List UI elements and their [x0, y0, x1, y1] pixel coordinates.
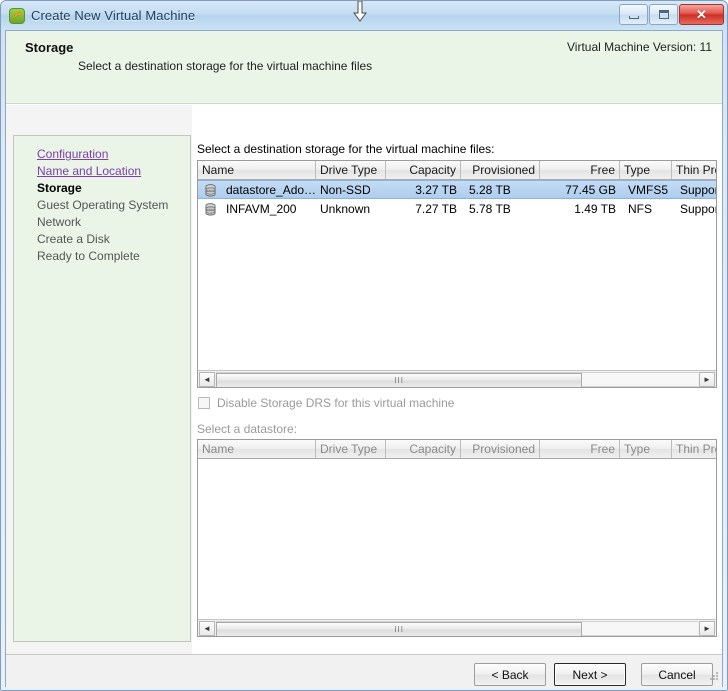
cell-name: INFAVM_200 [226, 202, 297, 216]
vm-wizard-icon [9, 7, 25, 24]
storage-selection-pane: Select a destination storage for the vir… [192, 105, 722, 654]
next-button[interactable]: Next > [554, 663, 626, 686]
datastore-detail-table[interactable]: Name Drive Type Capacity Provisioned Fre… [197, 439, 717, 637]
page-subtitle: Select a destination storage for the vir… [78, 59, 373, 73]
scrollbar-track[interactable]: III [216, 620, 698, 636]
cell-type: NFS [628, 202, 652, 216]
close-button[interactable]: ✕ [679, 4, 724, 25]
datastore-icon [205, 203, 216, 216]
scrollbar-thumb[interactable]: III [216, 372, 583, 387]
cell-capacity: 7.27 TB [415, 202, 457, 216]
close-icon: ✕ [696, 7, 707, 22]
maximize-button[interactable] [649, 4, 678, 25]
column-header-name: Name [198, 440, 316, 458]
wizard-content: Configuration Name and Location Storage … [6, 105, 722, 654]
scroll-right-arrow-icon[interactable]: ► [699, 371, 715, 387]
column-header-provisioned: Provisioned [461, 440, 540, 458]
datastore-table-hscrollbar[interactable]: ◄ III ► [198, 370, 716, 387]
wizard-header: Storage Select a destination storage for… [6, 31, 722, 104]
scrollbar-grip-icon: III [394, 375, 404, 385]
page-title: Storage [25, 40, 74, 55]
cell-free: 77.45 GB [565, 183, 616, 197]
column-header-thin-provisioning[interactable]: Thin Prov [672, 161, 716, 179]
sidebar-item-network: Network [37, 215, 82, 229]
sidebar-item-configuration[interactable]: Configuration [37, 147, 108, 161]
scroll-left-arrow-icon[interactable]: ◄ [199, 620, 215, 636]
cell-thin-provisioning: Supporte [680, 183, 716, 197]
resize-grip-icon[interactable] [706, 670, 719, 683]
wizard-client-area: Storage Select a destination storage for… [5, 30, 723, 688]
scrollbar-track[interactable]: III [216, 371, 698, 387]
datastore-detail-table-hscrollbar[interactable]: ◄ III ► [198, 619, 716, 636]
window-title: Create New Virtual Machine [31, 8, 196, 23]
column-header-type[interactable]: Type [620, 161, 672, 179]
datastore-icon [205, 184, 216, 197]
cell-provisioned: 5.78 TB [469, 202, 511, 216]
column-header-free: Free [540, 440, 620, 458]
column-header-type: Type [620, 440, 672, 458]
scroll-right-arrow-icon[interactable]: ► [699, 620, 715, 636]
cell-type: VMFS5 [628, 183, 669, 197]
cell-provisioned: 5.28 TB [469, 183, 511, 197]
select-storage-label: Select a destination storage for the vir… [197, 142, 495, 156]
wizard-footer: < Back Next > Cancel [6, 654, 722, 688]
sidebar-item-ready-to-complete: Ready to Complete [37, 249, 140, 263]
cell-drive-type: Non-SSD [320, 183, 371, 197]
cell-capacity: 3.27 TB [415, 183, 457, 197]
cell-drive-type: Unknown [320, 202, 371, 216]
cell-thin-provisioning: Supporte [680, 202, 716, 216]
create-vm-wizard-window: Create New Virtual Machine ✕ Storage Sel… [0, 0, 728, 691]
window-controls: ✕ [618, 4, 724, 25]
sidebar-item-name-and-location[interactable]: Name and Location [37, 164, 141, 178]
column-header-free[interactable]: Free [540, 161, 620, 179]
disable-storage-drs-checkbox [198, 397, 210, 409]
sidebar-item-storage[interactable]: Storage [37, 181, 82, 195]
mouse-cursor-artifact [353, 1, 367, 22]
minimize-icon [628, 15, 639, 19]
cell-name: datastore_Ado… [226, 183, 316, 197]
wizard-step-sidebar: Configuration Name and Location Storage … [13, 135, 191, 642]
maximize-icon [658, 10, 669, 19]
select-datastore-label: Select a datastore: [197, 422, 298, 436]
column-header-capacity[interactable]: Capacity [386, 161, 461, 179]
datastore-table-header: Name Drive Type Capacity Provisioned Fre… [198, 161, 716, 180]
column-header-drive-type[interactable]: Drive Type [316, 161, 386, 179]
scrollbar-thumb[interactable]: III [216, 621, 583, 636]
column-header-drive-type: Drive Type [316, 440, 386, 458]
sidebar-item-guest-os: Guest Operating System [37, 198, 169, 212]
sidebar-item-create-a-disk: Create a Disk [37, 232, 110, 246]
scroll-left-arrow-icon[interactable]: ◄ [199, 371, 215, 387]
datastore-detail-table-header: Name Drive Type Capacity Provisioned Fre… [198, 440, 716, 459]
datastore-table[interactable]: Name Drive Type Capacity Provisioned Fre… [197, 160, 717, 388]
disable-storage-drs-label: Disable Storage DRS for this virtual mac… [217, 396, 455, 410]
table-row[interactable]: INFAVM_200 Unknown 7.27 TB 5.78 TB 1.49 … [198, 200, 716, 219]
minimize-button[interactable] [619, 4, 648, 25]
scrollbar-grip-icon: III [394, 624, 404, 634]
column-header-thin-provisioning: Thin Provi [676, 442, 716, 456]
cancel-button[interactable]: Cancel [641, 663, 713, 686]
disable-storage-drs-row: Disable Storage DRS for this virtual mac… [198, 396, 454, 410]
column-header-provisioned[interactable]: Provisioned [461, 161, 540, 179]
table-row[interactable]: datastore_Ado… Non-SSD 3.27 TB 5.28 TB 7… [198, 180, 716, 199]
column-header-name[interactable]: Name [198, 161, 316, 179]
back-button[interactable]: < Back [474, 663, 546, 686]
cell-free: 1.49 TB [574, 202, 616, 216]
vm-version-label: Virtual Machine Version: 11 [567, 40, 712, 54]
column-header-capacity: Capacity [386, 440, 461, 458]
